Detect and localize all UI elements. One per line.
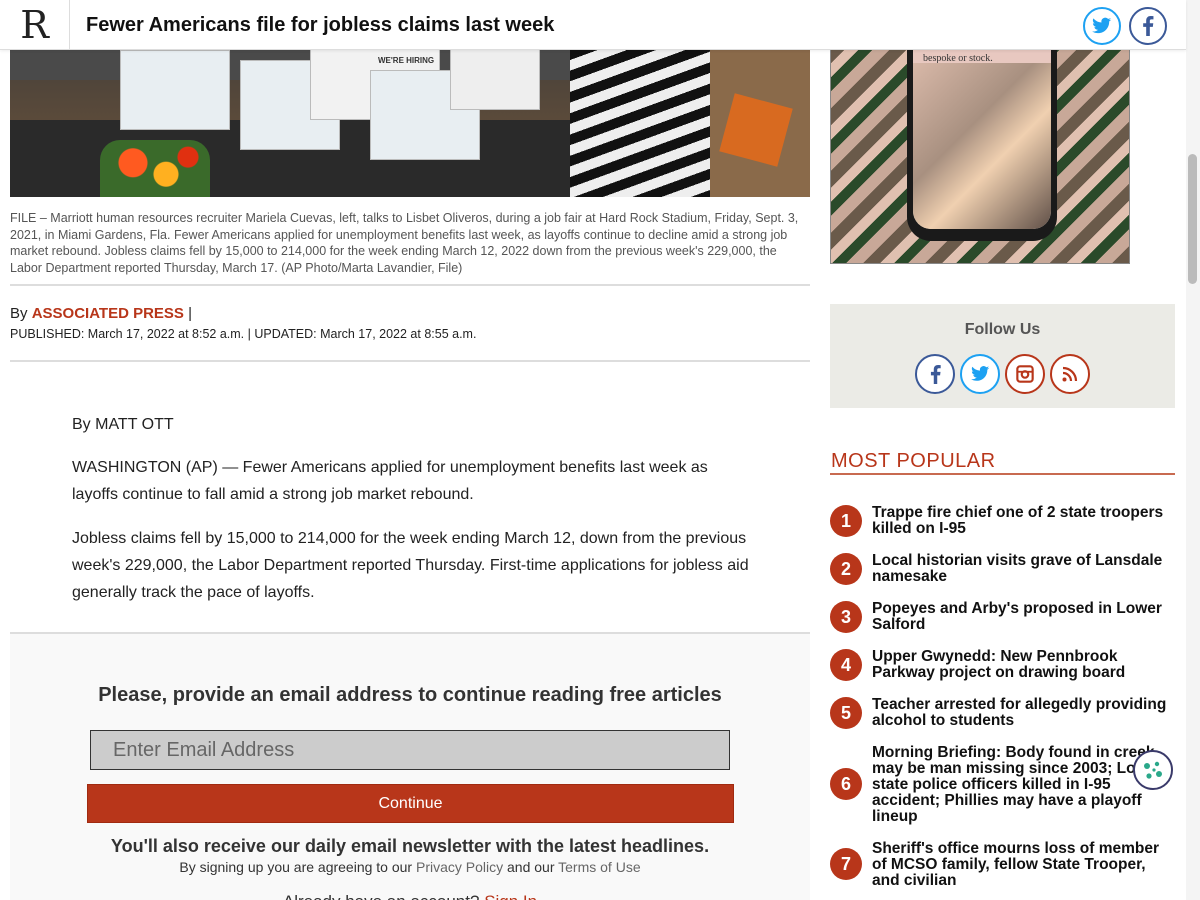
facebook-icon: [930, 364, 941, 384]
byline: By ASSOCIATED PRESS |: [10, 305, 192, 322]
most-popular-link[interactable]: Local historian visits grave of Lansdale…: [872, 553, 1175, 585]
article-paragraph: WASHINGTON (AP) — Fewer Americans applie…: [72, 459, 708, 503]
sign-in-link[interactable]: Sign In: [484, 892, 537, 900]
divider: [10, 284, 810, 286]
most-popular-link[interactable]: Sheriff's office mourns loss of member o…: [872, 841, 1175, 889]
facebook-share-button[interactable]: [1129, 7, 1167, 45]
scrollbar-thumb[interactable]: [1188, 154, 1197, 284]
rank-badge: 7: [830, 848, 862, 880]
rank-badge: 3: [830, 601, 862, 633]
cookie-icon: [1144, 761, 1162, 779]
most-popular-link[interactable]: Teacher arrested for allegedly providing…: [872, 697, 1175, 729]
email-gate: Please, provide an email address to cont…: [10, 632, 810, 900]
sign-in-prompt: Already have an account? Sign In: [10, 892, 810, 900]
rank-badge: 1: [830, 505, 862, 537]
legal-and: and our: [507, 859, 555, 875]
twitter-icon: [970, 366, 989, 381]
publish-dates: PUBLISHED: March 17, 2022 at 8:52 a.m. |…: [10, 327, 477, 341]
site-logo[interactable]: R: [0, 0, 70, 50]
rank-badge: 5: [830, 697, 862, 729]
newsletter-note: You'll also receive our daily email news…: [110, 836, 710, 856]
byline-separator: |: [188, 305, 193, 322]
legal-prefix: By signing up you are agreeing to our: [179, 859, 413, 875]
divider: [830, 473, 1175, 475]
twitter-icon: [1092, 17, 1112, 34]
most-popular-link[interactable]: Morning Briefing: Body found in creek ma…: [872, 745, 1175, 825]
author-org-link[interactable]: ASSOCIATED PRESS: [32, 305, 184, 322]
email-gate-heading: Please, provide an email address to cont…: [98, 684, 722, 706]
byline-prefix: By: [10, 305, 28, 322]
continue-button[interactable]: Continue: [87, 784, 734, 823]
hiring-sign-text: WE'RE HIRING: [378, 56, 435, 65]
follow-us-title: Follow Us: [964, 321, 1041, 338]
article-author: By MATT OTT: [72, 416, 174, 433]
logo-letter: R: [20, 3, 49, 47]
most-popular-link[interactable]: Popeyes and Arby's proposed in Lower Sal…: [872, 601, 1175, 633]
twitter-share-button[interactable]: [1083, 7, 1121, 45]
cookie-settings-button[interactable]: [1133, 750, 1173, 790]
article-paragraph: Jobless claims fell by 15,000 to 214,000…: [72, 530, 749, 601]
rank-badge: 2: [830, 553, 862, 585]
sign-in-prefix: Already have an account?: [283, 892, 480, 900]
photo-caption: FILE – Marriott human resources recruite…: [10, 211, 799, 275]
follow-us-panel: Follow Us: [830, 304, 1175, 408]
rank-badge: 6: [830, 768, 862, 800]
follow-facebook-button[interactable]: [915, 354, 955, 394]
rss-icon: [1062, 366, 1078, 382]
facebook-icon: [1143, 16, 1154, 36]
most-popular-title: MOST POPULAR: [831, 450, 996, 472]
privacy-policy-link[interactable]: Privacy Policy: [416, 859, 503, 875]
divider: [10, 360, 810, 362]
legal-text: By signing up you are agreeing to our Pr…: [10, 859, 810, 875]
follow-twitter-button[interactable]: [960, 354, 1000, 394]
rank-badge: 4: [830, 649, 862, 681]
most-popular-link[interactable]: Upper Gwynedd: New Pennbrook Parkway pro…: [872, 649, 1175, 681]
page-title: Fewer Americans file for jobless claims …: [86, 14, 555, 36]
follow-rss-button[interactable]: [1050, 354, 1090, 394]
top-bar: R Fewer Americans file for jobless claim…: [0, 0, 1186, 50]
follow-instagram-button[interactable]: [1005, 354, 1045, 394]
terms-of-use-link[interactable]: Terms of Use: [558, 859, 640, 875]
email-input[interactable]: [90, 730, 730, 770]
most-popular-link[interactable]: Trappe fire chief one of 2 state trooper…: [872, 505, 1175, 537]
page-scrollbar[interactable]: [1186, 0, 1200, 900]
instagram-icon: [1016, 365, 1034, 383]
